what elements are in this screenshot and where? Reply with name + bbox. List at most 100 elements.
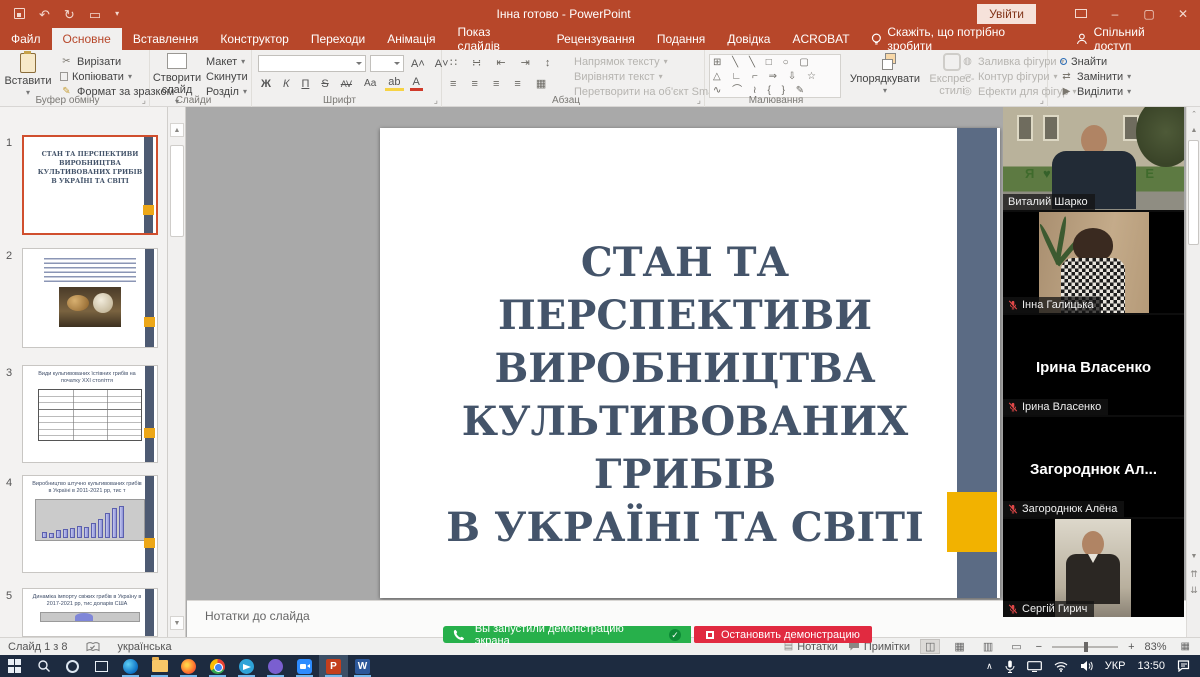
normal-view-button[interactable]: ◫ — [920, 639, 940, 654]
clipboard-dialog-launcher[interactable]: ⌟ — [142, 95, 146, 106]
find-button[interactable]: Знайти — [1056, 54, 1135, 69]
slide-sorter-view-button[interactable]: ▦ — [950, 640, 968, 653]
tab-review[interactable]: Рецензування — [546, 28, 646, 50]
slide-thumbnail-2[interactable] — [22, 248, 158, 348]
cortana-button[interactable] — [58, 655, 87, 677]
task-view-button[interactable] — [87, 655, 116, 677]
taskbar-powerpoint[interactable]: P — [319, 655, 348, 677]
wifi-icon[interactable] — [1054, 661, 1068, 672]
share-button[interactable]: Спільний доступ — [1060, 28, 1200, 50]
slide-thumbnail-5[interactable]: Динаміка імпорту свіжих грибів в Україну… — [22, 588, 158, 637]
bold-button[interactable]: Ж — [258, 78, 274, 90]
undo-icon[interactable]: ↶ — [39, 8, 50, 21]
spellcheck-icon[interactable] — [86, 641, 100, 653]
italic-button[interactable]: К — [280, 78, 292, 90]
slide-thumbnail-4[interactable]: Виробництво штучно культивованих грибів … — [22, 475, 158, 573]
editor-scrollbar[interactable]: ⌃ ▲ ▼ ⇈ ⇊ — [1186, 107, 1200, 637]
tab-design[interactable]: Конструктор — [209, 28, 299, 50]
zoom-in-button[interactable]: + — [1128, 641, 1134, 653]
taskbar-search-button[interactable] — [29, 655, 58, 677]
tab-home[interactable]: Основне — [52, 28, 122, 50]
tab-animations[interactable]: Анімація — [376, 28, 446, 50]
next-slide-icon[interactable]: ⇊ — [1187, 585, 1200, 596]
zoom-level[interactable]: 83% — [1145, 641, 1167, 653]
slide-thumbnail-3[interactable]: Види культивованих їстівних грибів на по… — [22, 365, 158, 463]
save-icon[interactable] — [14, 8, 25, 21]
scroll-down-icon[interactable]: ▼ — [170, 616, 184, 630]
scroll-down-icon[interactable]: ▼ — [1187, 553, 1200, 560]
reading-view-button[interactable]: ▥ — [979, 640, 997, 653]
font-name-input[interactable] — [258, 55, 366, 72]
grow-font-button[interactable]: А˄ — [408, 58, 428, 70]
taskbar-edge[interactable] — [116, 655, 145, 677]
participant-tile-zahorodniuk[interactable]: Загороднюк Ал... Загороднюк Алёна — [1003, 417, 1184, 517]
clock[interactable]: 13:50 — [1137, 660, 1165, 672]
shapes-row[interactable]: △ ∟ ⌐ ⇒ ⇩ ☆ — [713, 70, 837, 84]
participant-video-sharko[interactable]: Я ♥ Е Виталий Шарко — [1003, 107, 1184, 210]
list-indent-buttons[interactable]: ∷ ∺ ⇤ ⇥ ↕ — [450, 56, 556, 69]
underline-button[interactable]: П — [298, 78, 312, 90]
language-switcher[interactable]: УКР — [1105, 660, 1126, 672]
scroll-up-icon[interactable]: ▲ — [170, 123, 184, 137]
slide-title[interactable]: СТАН ТА ПЕРСПЕКТИВИ ВИРОБНИЦТВА КУЛЬТИВО… — [405, 236, 965, 554]
change-case-button[interactable]: Aa — [361, 78, 379, 89]
slide-thumbnail-1[interactable]: СТАН ТА ПЕРСПЕКТИВИ ВИРОБНИЦТВА КУЛЬТИВО… — [22, 135, 158, 235]
drawing-dialog-launcher[interactable]: ⌟ — [1040, 95, 1044, 106]
tab-view[interactable]: Подання — [646, 28, 716, 50]
thumbnail-scrollbar[interactable]: ▲ ▼ — [168, 107, 186, 637]
alignment-buttons[interactable]: ≡ ≡ ≡ ≡ ▦ — [450, 77, 552, 90]
tab-slideshow[interactable]: Показ слайдів — [446, 28, 545, 50]
ribbon-display-options-button[interactable] — [1064, 7, 1098, 21]
participant-tile-vlasenko[interactable]: Ірина Власенко Ірина Власенко — [1003, 315, 1184, 415]
start-slideshow-icon[interactable]: ▭ — [89, 8, 101, 21]
arrange-button[interactable]: Упорядкувати ▾ — [847, 53, 923, 97]
reset-button[interactable]: Скинути — [202, 69, 252, 84]
shapes-gallery[interactable]: ⊞ ╲ ╲ □ ○ ▢ △ ∟ ⌐ ⇒ ⇩ ☆ ∿ ⌒ ≀ { } ✎ — [709, 54, 841, 98]
replace-button[interactable]: ⇄Замінити▾ — [1056, 69, 1135, 84]
zoom-slider-thumb[interactable] — [1084, 642, 1088, 652]
stop-share-button[interactable]: Остановить демонстрацию — [694, 626, 872, 643]
tell-me-box[interactable]: Скажіть, що потрібно зробити — [861, 28, 1060, 50]
scrollbar-thumb[interactable] — [170, 145, 184, 237]
tab-help[interactable]: Довідка — [716, 28, 781, 50]
char-spacing-button[interactable]: AV — [338, 79, 355, 89]
qat-customize-icon[interactable]: ▾ — [115, 10, 119, 18]
scrollbar-thumb[interactable] — [1188, 140, 1199, 245]
font-dialog-launcher[interactable]: ⌟ — [434, 95, 438, 106]
tab-insert[interactable]: Вставлення — [122, 28, 210, 50]
fit-slide-button[interactable]: ▦ — [1177, 641, 1194, 652]
taskbar-telegram[interactable] — [232, 655, 261, 677]
screen-share-icon[interactable] — [1027, 661, 1042, 672]
participant-video-halytska[interactable]: Інна Галицька — [1003, 212, 1184, 313]
strikethrough-button[interactable]: S — [318, 78, 331, 90]
scroll-up-icon[interactable]: ▲ — [1187, 127, 1200, 134]
taskbar-word[interactable]: W — [348, 655, 377, 677]
tab-transitions[interactable]: Переходи — [300, 28, 376, 50]
current-slide[interactable]: СТАН ТА ПЕРСПЕКТИВИ ВИРОБНИЦТВА КУЛЬТИВО… — [380, 128, 1000, 598]
start-button[interactable] — [0, 655, 29, 677]
ribbon-collapse-icon[interactable]: ⌃ — [1187, 110, 1200, 118]
sign-in-button[interactable]: Увійти — [977, 4, 1036, 24]
participant-tile-hyrych[interactable]: Сергій Гирич — [1003, 519, 1184, 617]
font-size-input[interactable] — [370, 55, 404, 72]
select-button[interactable]: ▶Виділити▾ — [1056, 84, 1135, 99]
tray-expand-icon[interactable]: ∧ — [986, 661, 993, 672]
previous-slide-icon[interactable]: ⇈ — [1187, 569, 1200, 580]
font-color-button[interactable]: А — [410, 76, 423, 91]
taskbar-viber[interactable] — [261, 655, 290, 677]
text-highlight-button[interactable]: ab — [385, 76, 403, 91]
slideshow-view-button[interactable]: ▭ — [1007, 640, 1025, 653]
taskbar-zoom[interactable] — [290, 655, 319, 677]
paragraph-dialog-launcher[interactable]: ⌟ — [697, 95, 701, 106]
taskbar-firefox[interactable] — [174, 655, 203, 677]
layout-button[interactable]: Макет▾ — [202, 54, 252, 69]
maximize-button[interactable]: ▢ — [1132, 7, 1166, 21]
paste-button[interactable]: Вставити ▾ — [2, 53, 54, 99]
tab-file[interactable]: Файл — [0, 28, 52, 50]
minimize-button[interactable]: – — [1098, 7, 1132, 21]
redo-icon[interactable]: ↻ — [64, 8, 75, 21]
tab-acrobat[interactable]: ACROBAT — [781, 28, 860, 50]
action-center-icon[interactable] — [1177, 660, 1190, 672]
shapes-row[interactable]: ⊞ ╲ ╲ □ ○ ▢ — [713, 56, 837, 70]
language-indicator[interactable]: українська — [118, 641, 172, 653]
